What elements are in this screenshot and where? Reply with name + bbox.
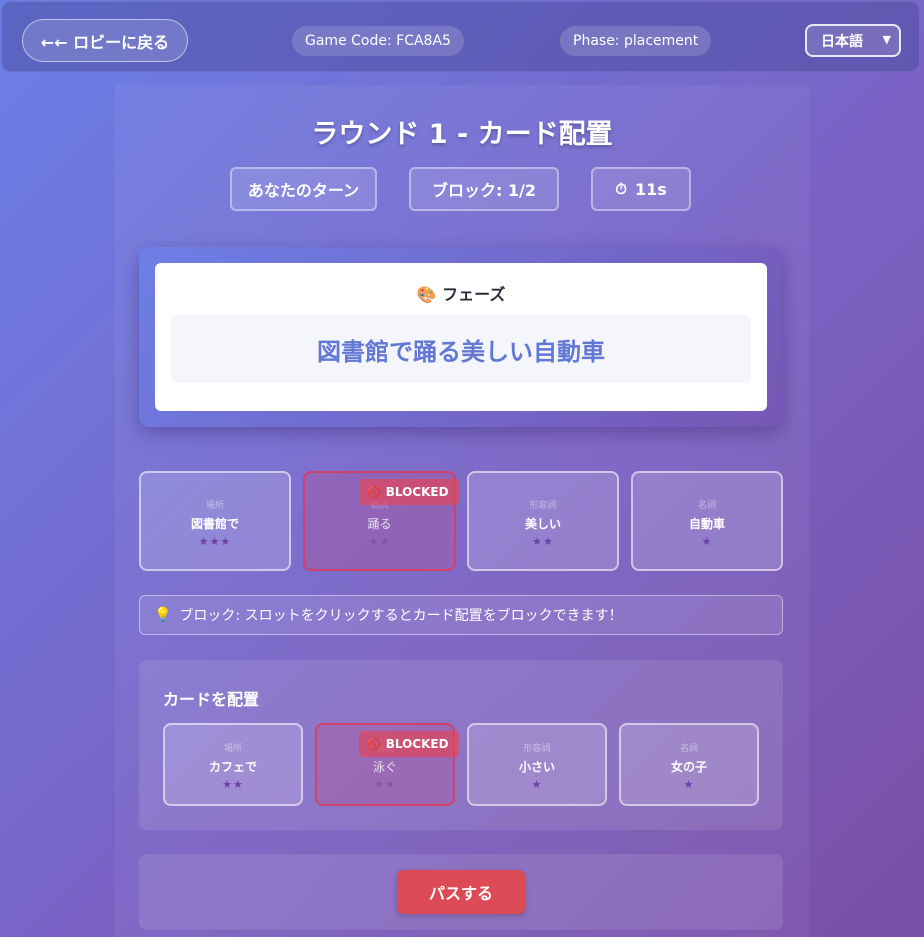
lightbulb-icon: 💡: [154, 607, 172, 623]
slot-word: 美しい: [524, 517, 561, 531]
timer-value: 11s: [634, 179, 667, 199]
hint-text: ブロック: スロットをクリックするとカード配置をブロックできます！: [179, 608, 623, 624]
phase-badge: Phase: placement: [560, 26, 712, 56]
language-value: 日本語: [821, 33, 863, 50]
blocked-badge: 🚫 BLOCKED: [359, 731, 459, 757]
game-code-badge: Game Code: FCA8A5: [292, 26, 464, 56]
card-word: 女の子: [670, 760, 707, 774]
blocked-label: BLOCKED: [385, 737, 449, 751]
phrase-text: 図書館で踊る美しい自動車: [171, 315, 751, 383]
slot-stars: ★★: [532, 535, 554, 548]
card-stars: ★★: [374, 778, 396, 791]
card-stars: ★: [683, 778, 695, 791]
card-word: カフェで: [208, 760, 257, 774]
phrase-heading: 🎨 フェーズ: [416, 285, 506, 304]
block-counter: ブロック: 1/2: [409, 167, 559, 211]
slot-word: 自動車: [688, 517, 725, 531]
slot-stars: ★★★: [198, 535, 232, 548]
slot-stars: ★: [701, 535, 713, 548]
slot-category: 形容詞: [529, 501, 557, 511]
block-hint: 💡 ブロック: スロットをクリックするとカード配置をブロックできます！: [139, 595, 783, 635]
card-stars: ★★: [222, 778, 244, 791]
no-entry-icon: 🚫: [367, 485, 381, 499]
phrase-card: 🎨 フェーズ 図書館で踊る美しい自動車: [155, 263, 767, 411]
card-word: 泳ぐ: [372, 760, 397, 774]
blocked-label: BLOCKED: [385, 485, 449, 499]
timer: ⏱ 11s: [591, 167, 691, 211]
top-bar: ←← ロビーに戻る Game Code: FCA8A5 Phase: place…: [1, 1, 920, 72]
blocked-badge: 🚫 BLOCKED: [359, 479, 459, 505]
back-to-lobby-button[interactable]: ←← ロビーに戻る: [22, 19, 188, 62]
pass-button[interactable]: パスする: [397, 870, 525, 914]
stopwatch-icon: ⏱: [615, 180, 627, 198]
slot-word: 図書館で: [190, 517, 239, 531]
slot-location[interactable]: 場所 図書館で ★★★: [139, 471, 291, 571]
slot-noun[interactable]: 名詞 自動車 ★: [631, 471, 783, 571]
slot-category: 場所: [205, 501, 224, 511]
slot-stars: ★★: [368, 535, 391, 548]
card-category: 形容詞: [523, 744, 551, 754]
card-stars: ★: [531, 778, 543, 791]
card-category: 名詞: [679, 744, 698, 754]
pass-panel: パスする: [139, 854, 783, 930]
card-word: 小さい: [518, 760, 555, 774]
hand-card-adjective[interactable]: 形容詞 小さい ★: [467, 723, 607, 806]
turn-indicator: あなたのターン: [230, 167, 377, 211]
hand-title: カードを配置: [163, 690, 260, 709]
no-entry-icon: 🚫: [367, 737, 381, 751]
hand-card-noun[interactable]: 名詞 女の子 ★: [619, 723, 759, 806]
slot-category: 名詞: [697, 501, 716, 511]
round-title: ラウンド 1 - カード配置: [311, 119, 613, 150]
slot-word: 踊る: [367, 517, 392, 531]
hand-card-location[interactable]: 場所 カフェで ★★: [163, 723, 303, 806]
phrase-panel: 🎨 フェーズ 図書館で踊る美しい自動車: [139, 247, 782, 427]
card-category: 場所: [223, 744, 242, 754]
chevron-down-icon: ▼: [882, 33, 891, 46]
slot-adjective[interactable]: 形容詞 美しい ★★: [467, 471, 619, 571]
language-select[interactable]: 日本語 ▼: [805, 24, 901, 57]
